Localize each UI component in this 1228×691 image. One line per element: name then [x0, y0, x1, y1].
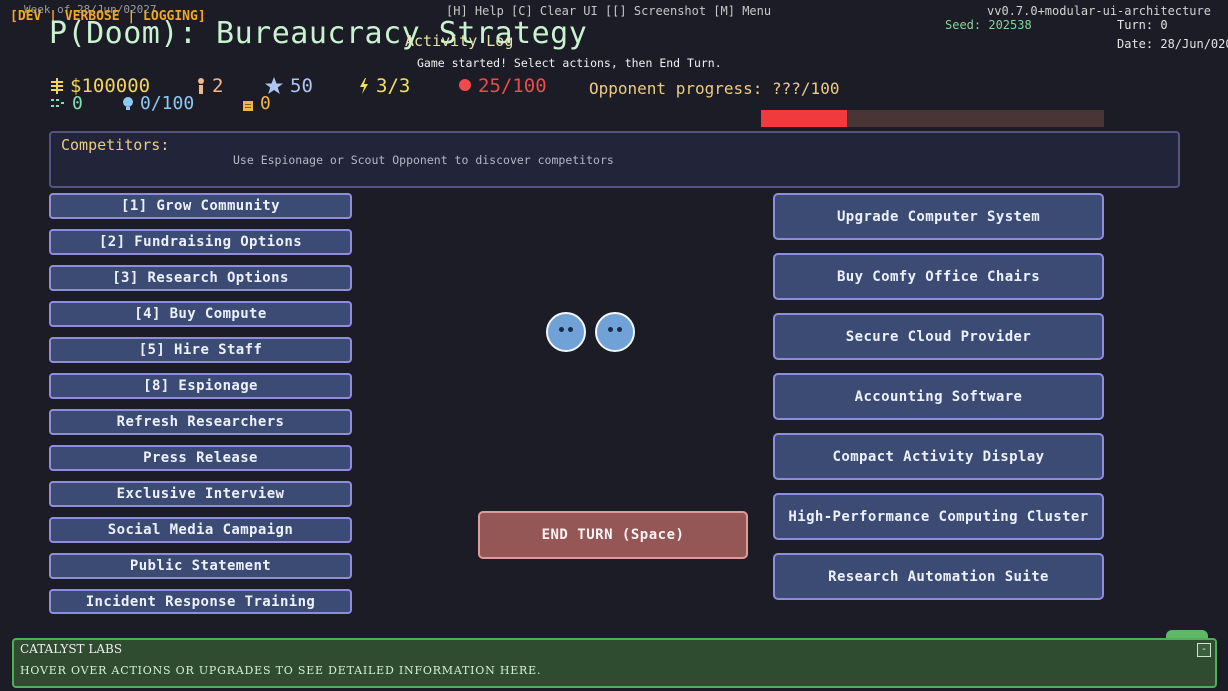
- eye-icon: [617, 327, 622, 332]
- action-refresh-researchers-button[interactable]: Refresh Researchers: [49, 409, 352, 435]
- action-points-stat: 3/3: [358, 75, 410, 97]
- upgrade-office-chairs-button[interactable]: Buy Comfy Office Chairs: [773, 253, 1104, 300]
- papers-stat: 0: [242, 93, 271, 114]
- info-panel-text: HOVER OVER ACTIONS OR UPGRADES TO SEE DE…: [20, 664, 542, 677]
- staff-icon: [198, 78, 204, 94]
- upgrade-computer-system-button[interactable]: Upgrade Computer System: [773, 193, 1104, 240]
- info-panel-title: CATALYST LABS: [20, 642, 123, 656]
- paper-icon: [243, 100, 253, 111]
- upgrade-research-automation-button[interactable]: Research Automation Suite: [773, 553, 1104, 600]
- action-grow-community-button[interactable]: [1] Grow Community: [49, 193, 352, 219]
- seed-label: Seed: 202538: [945, 18, 1032, 32]
- action-exclusive-interview-button[interactable]: Exclusive Interview: [49, 481, 352, 507]
- papers-value: 0: [260, 93, 271, 114]
- lightbulb-icon: [123, 96, 133, 110]
- doom-progress-fill: [761, 110, 847, 127]
- minimize-button[interactable]: -: [1197, 643, 1211, 657]
- eye-icon: [608, 327, 613, 332]
- action-incident-response-button[interactable]: Incident Response Training: [49, 589, 352, 614]
- action-public-statement-button[interactable]: Public Statement: [49, 553, 352, 579]
- opponent-progress-label: Opponent progress: ???/100: [589, 79, 840, 98]
- upgrade-hpc-cluster-button[interactable]: High-Performance Computing Cluster: [773, 493, 1104, 540]
- staff-stat: 2: [196, 75, 223, 97]
- action-espionage-button[interactable]: [8] Espionage: [49, 373, 352, 399]
- action-buy-compute-button[interactable]: [4] Buy Compute: [49, 301, 352, 327]
- doom-stat: 25/100: [458, 75, 547, 97]
- action-hire-staff-button[interactable]: [5] Hire Staff: [49, 337, 352, 363]
- upgrade-compact-activity-button[interactable]: Compact Activity Display: [773, 433, 1104, 480]
- activity-log-line: Game started! Select actions, then End T…: [417, 56, 722, 70]
- doom-icon: [459, 79, 471, 91]
- competitors-panel: Competitors: Use Espionage or Scout Oppo…: [49, 131, 1180, 188]
- compute-stat: 0: [50, 93, 83, 114]
- reputation-value: 50: [290, 75, 313, 97]
- compute-value: 0: [72, 93, 83, 114]
- staff-avatar: [595, 312, 635, 352]
- game-screen: Week of 28/Jun/02027 [DEV | VERBOSE | LO…: [0, 0, 1228, 691]
- staff-value: 2: [212, 75, 224, 97]
- activity-log-title: Activity Log: [405, 32, 514, 50]
- competitors-title: Competitors:: [61, 136, 170, 154]
- action-research-button[interactable]: [3] Research Options: [49, 265, 352, 291]
- info-panel: CATALYST LABS - HOVER OVER ACTIONS OR UP…: [12, 638, 1217, 688]
- doom-progress-bar: [761, 110, 1104, 127]
- end-turn-button[interactable]: END TURN (Space): [478, 511, 748, 559]
- reputation-stat: 50: [264, 75, 313, 97]
- research-stat: 0/100: [122, 93, 194, 114]
- turn-label: Turn: 0: [1117, 18, 1168, 32]
- action-fundraising-button[interactable]: [2] Fundraising Options: [49, 229, 352, 255]
- eye-icon: [568, 327, 573, 332]
- upgrade-cloud-provider-button[interactable]: Secure Cloud Provider: [773, 313, 1104, 360]
- upgrade-accounting-software-button[interactable]: Accounting Software: [773, 373, 1104, 420]
- action-social-media-button[interactable]: Social Media Campaign: [49, 517, 352, 543]
- staff-avatar: [546, 312, 586, 352]
- eye-icon: [559, 327, 564, 332]
- version-label: vv0.7.0+modular-ui-architecture: [987, 4, 1211, 18]
- action-points-value: 3/3: [376, 75, 411, 97]
- action-press-release-button[interactable]: Press Release: [49, 445, 352, 471]
- lightning-icon: [360, 78, 368, 94]
- compute-icon: [51, 98, 64, 107]
- doom-value: 25/100: [478, 75, 547, 97]
- date-label: Date: 28/Jun/020: [1117, 37, 1228, 51]
- research-value: 0/100: [140, 93, 195, 114]
- competitors-hint: Use Espionage or Scout Opponent to disco…: [233, 153, 614, 167]
